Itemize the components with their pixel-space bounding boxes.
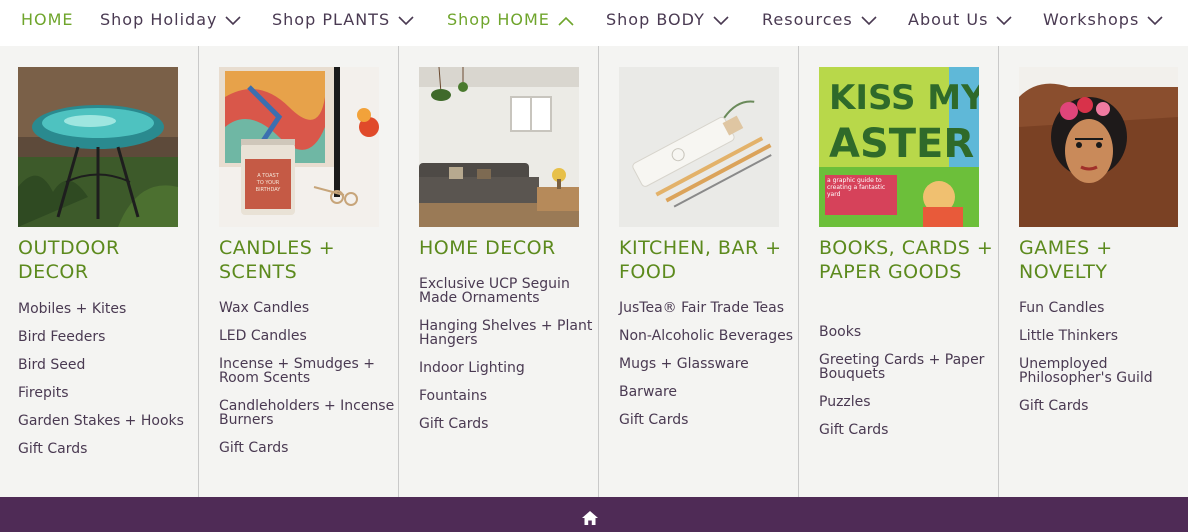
- menu-column-kitchen-bar-food: KITCHEN, BAR + FOOD JusTea® Fair Trade T…: [599, 46, 799, 497]
- svg-text:ASTER: ASTER: [829, 121, 974, 167]
- nav-resources-label: Resources: [762, 10, 853, 29]
- menu-link[interactable]: JusTea® Fair Trade Teas: [619, 301, 795, 315]
- category-title[interactable]: KITCHEN, BAR + FOOD: [619, 236, 797, 284]
- nav-workshops-label: Workshops: [1043, 10, 1140, 29]
- svg-text:KISS MY: KISS MY: [829, 78, 979, 118]
- nav-workshops[interactable]: Workshops: [1043, 0, 1163, 40]
- chevron-down-icon: [861, 15, 877, 26]
- menu-link[interactable]: Mugs + Glassware: [619, 357, 795, 371]
- menu-link[interactable]: Incense + Smudges + Room Scents: [219, 357, 395, 385]
- birdbath-photo[interactable]: [18, 67, 178, 227]
- menu-link[interactable]: Gift Cards: [819, 423, 995, 437]
- menu-column-outdoor-decor: OUTDOOR DECOR Mobiles + Kites Bird Feede…: [0, 46, 199, 497]
- menu-link[interactable]: Exclusive UCP Seguin Made Ornaments: [419, 277, 595, 305]
- category-title[interactable]: BOOKS, CARDS + PAPER GOODS: [819, 236, 997, 284]
- home-icon[interactable]: [581, 510, 599, 526]
- menu-link[interactable]: Bird Seed: [18, 358, 194, 372]
- nav-about-us[interactable]: About Us: [908, 0, 1013, 40]
- frida-doll-photo[interactable]: [1019, 67, 1178, 227]
- nav-home[interactable]: HOME: [21, 0, 74, 40]
- menu-column-candles-scents: A TOAST TO YOUR BIRTHDAY CANDLES + SCENT…: [199, 46, 399, 497]
- menu-link[interactable]: Bird Feeders: [18, 330, 194, 344]
- menu-link[interactable]: Gift Cards: [1019, 399, 1188, 413]
- menu-link[interactable]: Mobiles + Kites: [18, 302, 194, 316]
- menu-link[interactable]: Wax Candles: [219, 301, 395, 315]
- nav-shop-body-label: Shop BODY: [606, 10, 705, 29]
- menu-link[interactable]: Unemployed Philosopher's Guild: [1019, 357, 1188, 385]
- menu-link[interactable]: Fountains: [419, 389, 595, 403]
- nav-shop-holiday[interactable]: Shop Holiday: [100, 0, 242, 40]
- category-title[interactable]: HOME DECOR: [419, 236, 597, 260]
- living-room-photo[interactable]: [419, 67, 579, 227]
- candle-photo[interactable]: A TOAST TO YOUR BIRTHDAY: [219, 67, 379, 227]
- menu-link[interactable]: Gift Cards: [619, 413, 795, 427]
- menu-link[interactable]: Hanging Shelves + Plant Hangers: [419, 319, 595, 347]
- nav-shop-body[interactable]: Shop BODY: [606, 0, 729, 40]
- svg-text:A TOAST: A TOAST: [257, 173, 280, 179]
- nav-resources[interactable]: Resources: [762, 0, 877, 40]
- straws-photo[interactable]: [619, 67, 779, 227]
- chevron-down-icon: [996, 15, 1013, 26]
- category-links: JusTea® Fair Trade Teas Non-Alcoholic Be…: [619, 301, 795, 441]
- category-links: Wax Candles LED Candles Incense + Smudge…: [219, 301, 395, 469]
- chevron-up-icon: [558, 16, 574, 26]
- menu-link[interactable]: Gift Cards: [18, 442, 194, 456]
- chevron-down-icon: [398, 15, 414, 26]
- menu-link[interactable]: Gift Cards: [219, 441, 395, 455]
- menu-link[interactable]: Indoor Lighting: [419, 361, 595, 375]
- menu-link[interactable]: Little Thinkers: [1019, 329, 1188, 343]
- nav-shop-home-label: Shop HOME: [447, 10, 550, 29]
- menu-link[interactable]: Candleholders + Incense Burners: [219, 399, 395, 427]
- bottom-bar: [0, 497, 1188, 532]
- category-links: Fun Candles Little Thinkers Unemployed P…: [1019, 301, 1188, 427]
- nav-home-label: HOME: [21, 10, 74, 29]
- nav-about-us-label: About Us: [908, 10, 989, 29]
- menu-column-home-decor: HOME DECOR Exclusive UCP Seguin Made Orn…: [399, 46, 599, 497]
- nav-shop-holiday-label: Shop Holiday: [100, 10, 218, 29]
- menu-link[interactable]: Books: [819, 325, 995, 339]
- nav-shop-plants-label: Shop PLANTS: [272, 10, 391, 29]
- menu-link[interactable]: Puzzles: [819, 395, 995, 409]
- category-links: Mobiles + Kites Bird Feeders Bird Seed F…: [18, 302, 194, 470]
- nav-shop-plants[interactable]: Shop PLANTS: [272, 0, 414, 40]
- svg-text:TO YOUR: TO YOUR: [256, 180, 280, 186]
- category-title[interactable]: GAMES + NOVELTY: [1019, 236, 1188, 284]
- menu-column-books-cards-paper: KISS MY ASTER a graphic guide to creatin…: [799, 46, 999, 497]
- book-cover-photo[interactable]: KISS MY ASTER a graphic guide to creatin…: [819, 67, 979, 227]
- category-links: Exclusive UCP Seguin Made Ornaments Hang…: [419, 277, 595, 445]
- category-title[interactable]: CANDLES + SCENTS: [219, 236, 397, 284]
- top-nav: HOME Shop Holiday Shop PLANTS Shop HOME …: [0, 0, 1188, 46]
- menu-link[interactable]: Garden Stakes + Hooks: [18, 414, 194, 428]
- menu-link[interactable]: Non-Alcoholic Beverages: [619, 329, 795, 343]
- category-title[interactable]: OUTDOOR DECOR: [18, 236, 196, 284]
- shop-home-mega-menu: OUTDOOR DECOR Mobiles + Kites Bird Feede…: [0, 46, 1188, 497]
- menu-link[interactable]: Greeting Cards + Paper Bouquets: [819, 353, 995, 381]
- chevron-down-icon: [1147, 15, 1163, 26]
- nav-shop-home[interactable]: Shop HOME: [447, 0, 574, 40]
- chevron-down-icon: [225, 15, 242, 26]
- menu-column-games-novelty: GAMES + NOVELTY Fun Candles Little Think…: [999, 46, 1188, 497]
- menu-link[interactable]: LED Candles: [219, 329, 395, 343]
- svg-text:BIRTHDAY: BIRTHDAY: [256, 187, 282, 193]
- menu-link[interactable]: Fun Candles: [1019, 301, 1188, 315]
- menu-link[interactable]: Firepits: [18, 386, 194, 400]
- chevron-down-icon: [713, 15, 729, 26]
- menu-link[interactable]: Gift Cards: [419, 417, 595, 431]
- menu-link[interactable]: Barware: [619, 385, 795, 399]
- category-links: Books Greeting Cards + Paper Bouquets Pu…: [819, 325, 995, 451]
